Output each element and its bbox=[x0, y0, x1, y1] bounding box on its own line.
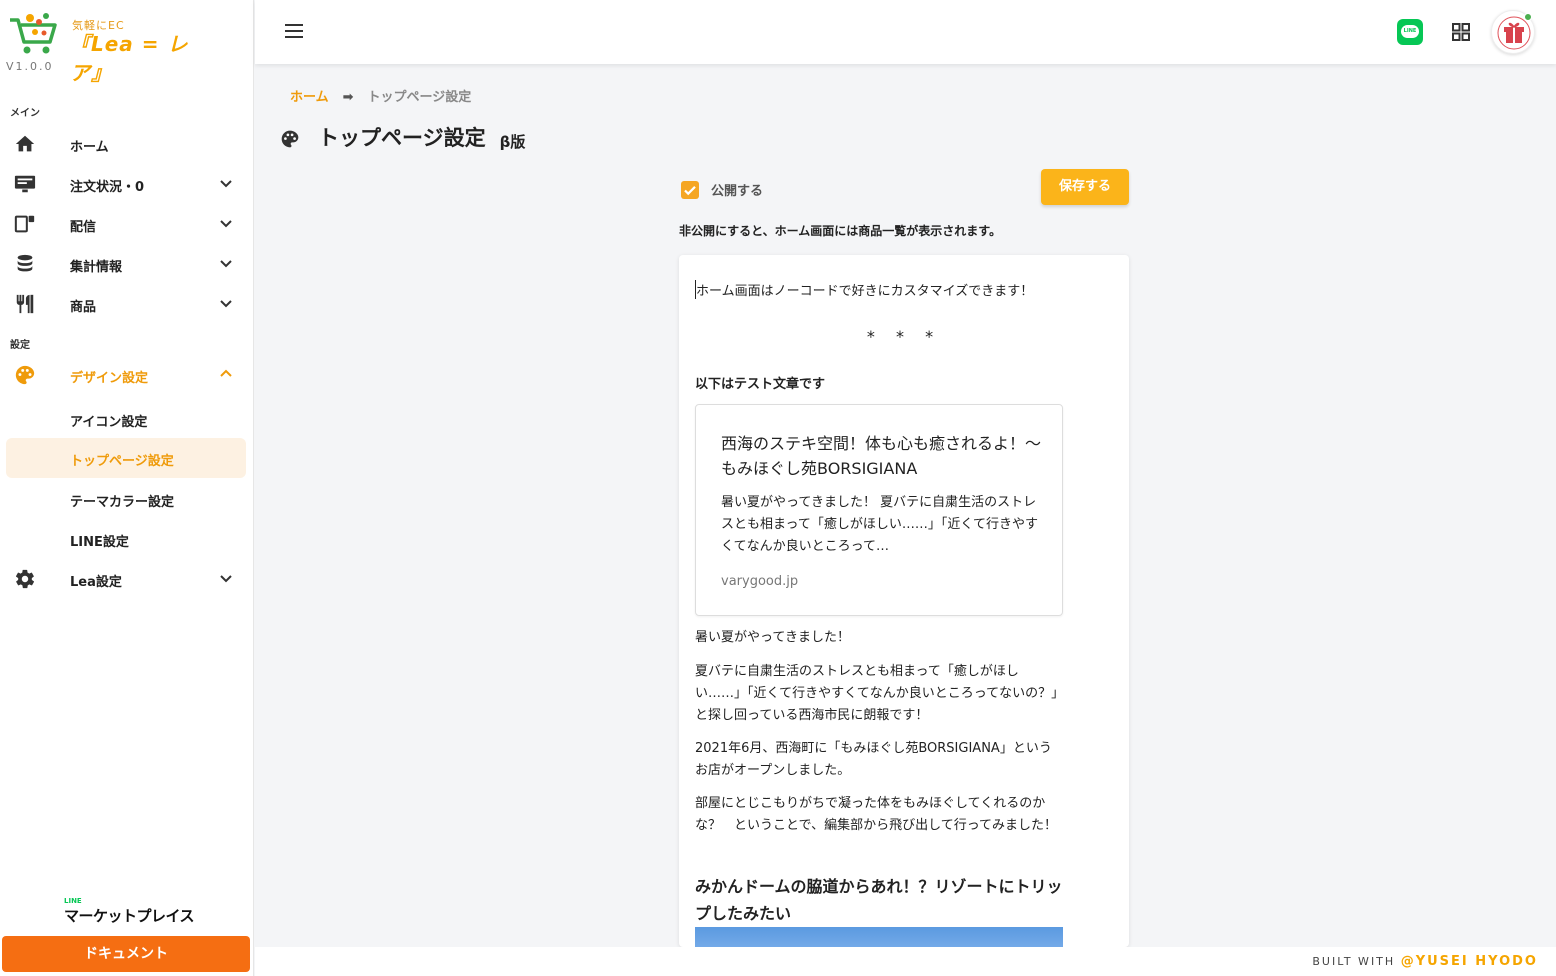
breadcrumb: ホーム ➡ トップページ設定 bbox=[290, 86, 471, 105]
sidebar-item-label: 集計情報 bbox=[70, 260, 123, 275]
content-editor[interactable]: ホーム画面はノーコードで好きにカスタマイズできます！ * * * 以下はテスト文… bbox=[679, 255, 1129, 947]
beta-badge: β版 bbox=[499, 132, 526, 151]
sidebar-subitem-icon-settings[interactable]: アイコン設定 bbox=[6, 399, 246, 439]
palette-icon bbox=[15, 365, 35, 385]
sidebar-item-design[interactable]: デザイン設定 bbox=[6, 355, 246, 395]
check-icon bbox=[684, 185, 696, 195]
sidebar-item-label: 商品 bbox=[70, 300, 97, 315]
breadcrumb-home-link[interactable]: ホーム bbox=[290, 90, 329, 105]
sidebar-item-home[interactable]: ホーム bbox=[6, 124, 246, 164]
save-button[interactable]: 保存する bbox=[1041, 169, 1129, 205]
line-icon-label: LINE bbox=[1401, 25, 1419, 38]
cutlery-icon bbox=[16, 294, 34, 314]
built-with-credit: BUILT WITH @YUSEI HYODO bbox=[1312, 954, 1538, 969]
sidebar-subitem-label: トップページ設定 bbox=[70, 454, 174, 469]
chevron-up-icon bbox=[220, 369, 232, 377]
database-icon bbox=[17, 254, 33, 272]
app-version: V1.0.0 bbox=[6, 60, 54, 73]
document-button[interactable]: ドキュメント bbox=[2, 936, 250, 972]
sidebar-item-label: デザイン設定 bbox=[70, 371, 149, 386]
hamburger-menu-icon[interactable] bbox=[285, 23, 303, 39]
editor-paragraph: 2021年6月、西海町に「もみほぐし苑BORSIGIANA」というお店がオープン… bbox=[695, 741, 1052, 778]
palette-icon bbox=[281, 130, 299, 148]
editor-paragraph: 夏バテに自粛生活のストレスとも相まって「癒しがほしい……」「近くて行きやすくてな… bbox=[695, 664, 1058, 723]
sidebar-item-label: 注文状況・0 bbox=[70, 180, 145, 195]
section-main-label: メイン bbox=[10, 108, 40, 119]
editor-divider-stars: * * * bbox=[866, 327, 942, 346]
chevron-down-icon bbox=[220, 300, 232, 308]
sidebar-item-lea-settings[interactable]: Lea設定 bbox=[6, 559, 246, 599]
sidebar-subitem-line-settings[interactable]: LINE設定 bbox=[6, 519, 246, 559]
editor-test-heading: 以下はテスト文章です bbox=[695, 377, 826, 392]
editor-paragraph: 部屋にとじこもりがちで凝った体をもみほぐしてくれるのかな？ ということで、編集部… bbox=[695, 796, 1058, 833]
sidebar-item-products[interactable]: 商品 bbox=[6, 284, 246, 324]
page-title: トップページ設定 β版 bbox=[280, 122, 525, 152]
page-title-text: トップページ設定 bbox=[318, 126, 486, 150]
editor-heading: みかんドームの脇道からあれ！？リゾートにトリップしたみたい bbox=[695, 877, 1063, 923]
sidebar-subitem-theme-color[interactable]: テーマカラー設定 bbox=[6, 479, 246, 519]
chevron-down-icon bbox=[220, 220, 232, 228]
line-icon[interactable]: LINE bbox=[1397, 19, 1423, 45]
link-card-description: 暑い夏がやってきました！ 夏バテに自粛生活のストレスとも相まって「癒しがほしい…… bbox=[721, 495, 1038, 554]
link-preview-card[interactable]: 西海のステキ空間！体も心も癒されるよ！〜もみほぐし苑BORSIGIANA 暑い夏… bbox=[695, 404, 1063, 616]
gear-icon bbox=[15, 569, 35, 589]
publish-label: 公開する bbox=[711, 184, 764, 199]
sidebar-item-label: ホーム bbox=[70, 140, 109, 155]
editor-paragraph: 暑い夏がやってきました！ bbox=[695, 630, 850, 645]
author-link[interactable]: @YUSEI HYODO bbox=[1401, 954, 1538, 969]
line-marketplace-logo[interactable]: LINE マーケットプレイス bbox=[64, 897, 195, 926]
sidebar-item-label: 配信 bbox=[70, 220, 97, 235]
link-card-domain: varygood.jp bbox=[721, 574, 799, 589]
monitor-icon bbox=[14, 175, 36, 193]
sidebar-item-delivery[interactable]: 配信 bbox=[6, 204, 246, 244]
home-icon bbox=[15, 135, 35, 152]
sidebar-item-stats[interactable]: 集計情報 bbox=[6, 244, 246, 284]
app-logo[interactable]: 気軽にEC 『Lea = レア』 bbox=[8, 8, 198, 85]
chevron-down-icon bbox=[220, 575, 232, 583]
user-avatar[interactable] bbox=[1491, 10, 1535, 54]
apps-grid-icon[interactable] bbox=[1452, 23, 1470, 41]
app-brand: 『Lea = レア』 bbox=[70, 32, 189, 85]
footer: BUILT WITH @YUSEI HYODO bbox=[255, 947, 1556, 976]
online-status-dot bbox=[1524, 13, 1532, 21]
chevron-down-icon bbox=[220, 260, 232, 268]
editor-image bbox=[695, 927, 1063, 947]
devices-icon bbox=[14, 215, 35, 233]
publish-note: 非公開にすると、ホーム画面には商品一覧が表示されます。 bbox=[679, 224, 1002, 238]
breadcrumb-current: トップページ設定 bbox=[367, 90, 472, 105]
sidebar-subitem-toppage-settings[interactable]: トップページ設定 bbox=[6, 438, 246, 478]
sidebar-item-orders[interactable]: 注文状況・0 bbox=[6, 164, 246, 204]
line-small-label: LINE bbox=[64, 897, 82, 905]
marketplace-label: マーケットプレイス bbox=[64, 907, 195, 925]
link-card-title: 西海のステキ空間！体も心も癒されるよ！〜もみほぐし苑BORSIGIANA bbox=[721, 434, 1042, 478]
sidebar-subitem-label: アイコン設定 bbox=[70, 415, 148, 430]
publish-checkbox[interactable] bbox=[681, 180, 699, 199]
breadcrumb-arrow-icon: ➡ bbox=[342, 90, 354, 105]
built-with-label: BUILT WITH bbox=[1312, 955, 1396, 968]
publish-toggle[interactable]: 公開する bbox=[681, 180, 763, 199]
cart-logo-icon bbox=[10, 13, 57, 54]
editor-intro-text[interactable]: ホーム画面はノーコードで好きにカスタマイズできます！ bbox=[695, 280, 1033, 299]
top-header: LINE bbox=[255, 0, 1556, 64]
sidebar-subitem-label: テーマカラー設定 bbox=[70, 495, 175, 510]
sidebar: 気軽にEC 『Lea = レア』 V1.0.0 メイン ホーム 注文状況・0 配… bbox=[0, 0, 254, 976]
section-settings-label: 設定 bbox=[10, 340, 30, 351]
chevron-down-icon bbox=[220, 180, 232, 188]
sidebar-item-label: Lea設定 bbox=[70, 575, 122, 590]
sidebar-subitem-label: LINE設定 bbox=[70, 535, 129, 550]
